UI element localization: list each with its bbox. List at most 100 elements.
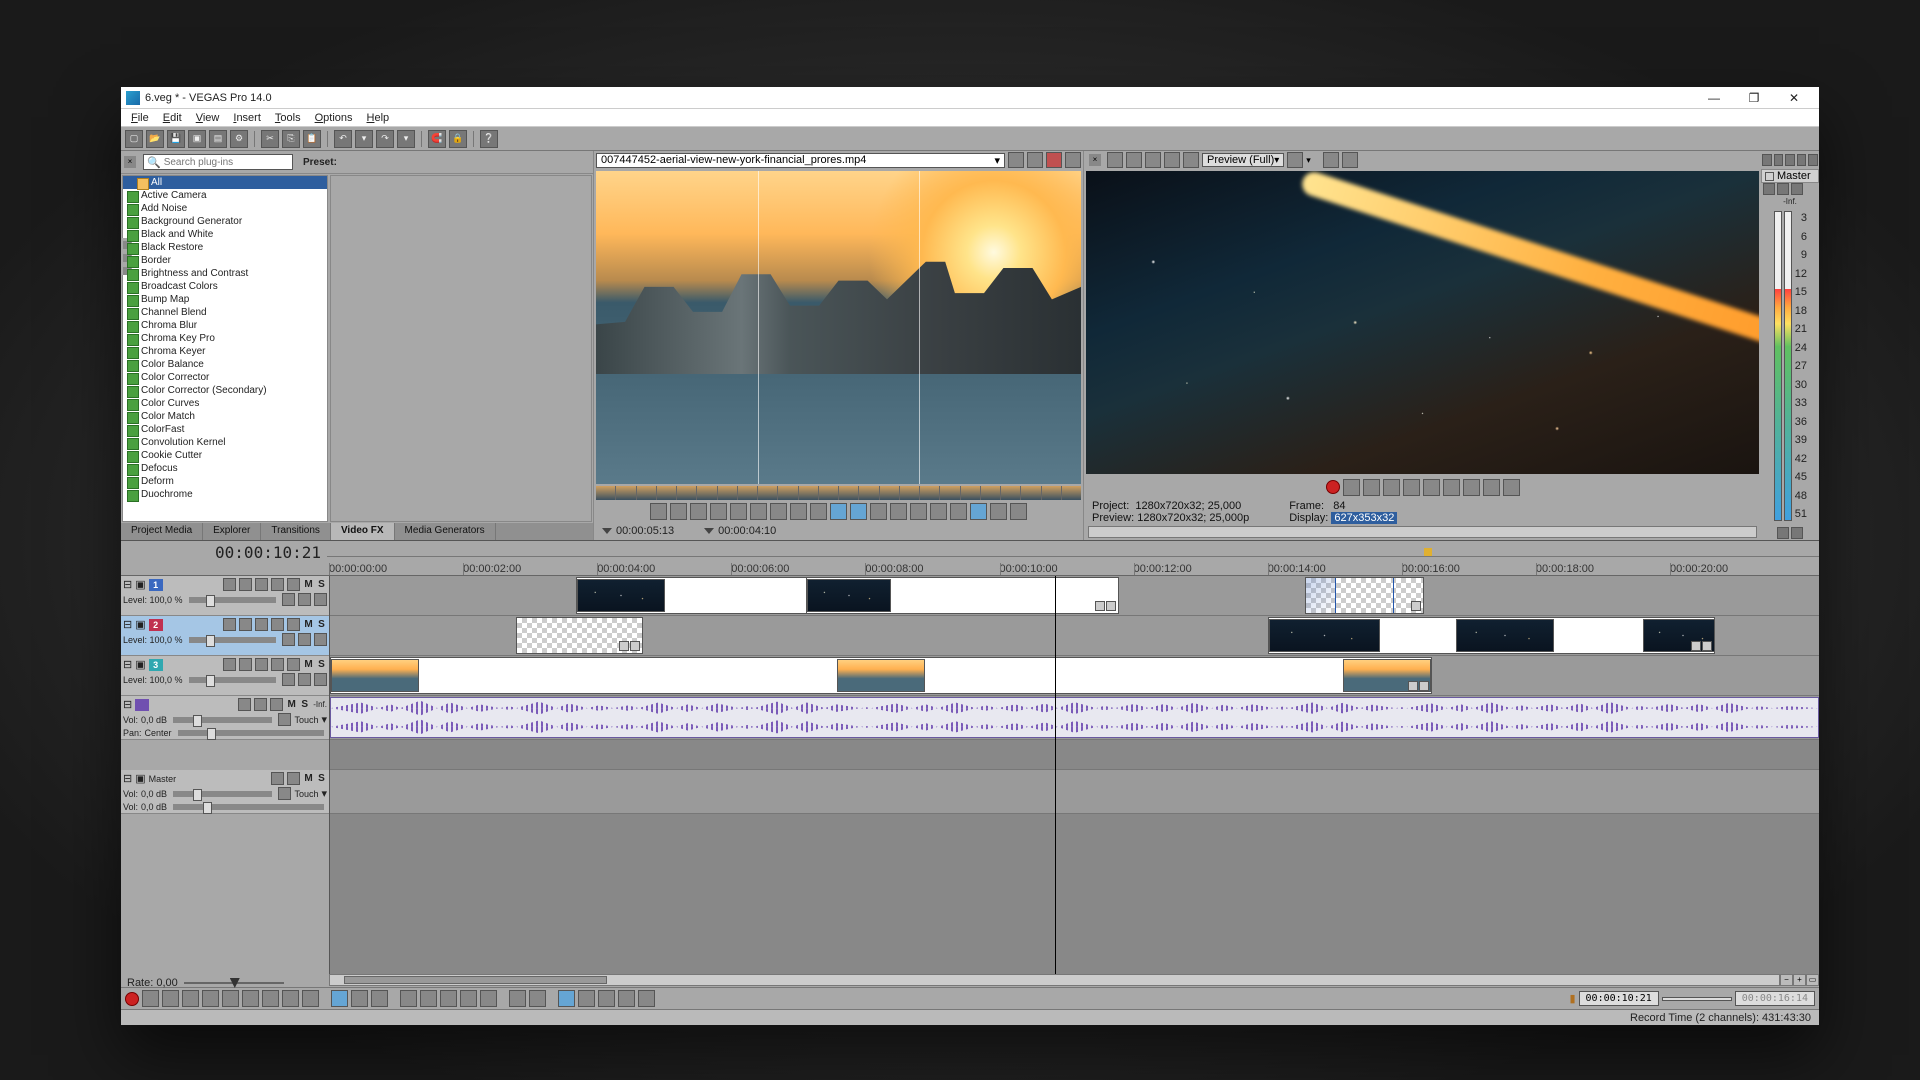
track-header-video-1[interactable]: ⊟▣1MS Level: 100,0 % — [121, 576, 329, 616]
tool-icon[interactable] — [950, 503, 967, 520]
stop-icon[interactable] — [1423, 479, 1440, 496]
plugin-item[interactable]: Color Corrector — [123, 371, 327, 384]
audio-clip[interactable] — [330, 697, 1819, 738]
next-frame-icon[interactable] — [810, 503, 827, 520]
go-start-icon[interactable] — [750, 503, 767, 520]
tool-icon[interactable] — [990, 503, 1007, 520]
preview-fx-icon[interactable] — [1126, 152, 1142, 168]
play-start-icon[interactable] — [1363, 479, 1380, 496]
plugin-item[interactable]: ColorFast — [123, 423, 327, 436]
select-tool-icon[interactable] — [351, 990, 368, 1007]
go-start-icon[interactable] — [1443, 479, 1460, 496]
prev-frame-icon[interactable] — [790, 503, 807, 520]
preview-tool-icon[interactable] — [1183, 152, 1199, 168]
redo-icon[interactable]: ↷ — [376, 130, 394, 148]
panel-close-icon[interactable]: × — [124, 156, 136, 168]
paste-icon[interactable]: 📋 — [303, 130, 321, 148]
tab-video-fx[interactable]: Video FX — [331, 523, 395, 540]
clip[interactable] — [1268, 617, 1715, 654]
plugin-item[interactable]: Chroma Blur — [123, 319, 327, 332]
plugin-tree[interactable]: All Active Camera Add Noise Background G… — [122, 175, 328, 522]
selection-end-tc[interactable]: 00:00:16:14 — [1735, 991, 1815, 1006]
speaker-icon[interactable] — [1808, 154, 1818, 166]
tab-explorer[interactable]: Explorer — [203, 523, 261, 540]
trimmer-file-dropdown[interactable]: 007447452-aerial-view-new-york-financial… — [596, 153, 1005, 168]
zoom-tool-icon[interactable] — [371, 990, 388, 1007]
plugin-search[interactable]: 🔍 — [143, 154, 293, 170]
open-icon[interactable]: 📂 — [146, 130, 164, 148]
plugin-item[interactable]: Black and White — [123, 228, 327, 241]
gear-icon[interactable] — [1774, 154, 1784, 166]
play-icon[interactable] — [1383, 479, 1400, 496]
preview-quality-dropdown[interactable]: Preview (Full) ▾ — [1202, 153, 1284, 167]
preview-settings-icon[interactable] — [1107, 152, 1123, 168]
go-end-icon[interactable] — [262, 990, 279, 1007]
undo-icon[interactable]: ↶ — [334, 130, 352, 148]
close-icon[interactable] — [1762, 154, 1772, 166]
menu-edit[interactable]: Edit — [157, 111, 188, 125]
preview-split-icon[interactable] — [1145, 152, 1161, 168]
cursor-position-tc[interactable]: 00:00:10:21 — [1579, 991, 1659, 1006]
menu-help[interactable]: Help — [361, 111, 396, 125]
timeline-horizontal-scroll[interactable] — [329, 974, 1780, 986]
prev-icon[interactable] — [1785, 154, 1795, 166]
trimmer-remove-icon[interactable] — [1046, 152, 1062, 168]
plugin-item[interactable]: Active Camera — [123, 189, 327, 202]
plugin-item[interactable]: Defocus — [123, 462, 327, 475]
preview-video-view[interactable] — [1086, 171, 1759, 474]
split-icon[interactable] — [460, 990, 477, 1007]
track-header-master-bus[interactable]: ⊟▣MasterMS Vol:0,0 dBTouch▾ Vol:0,0 dB — [121, 770, 329, 814]
loop-icon[interactable] — [142, 990, 159, 1007]
plugin-item[interactable]: Broadcast Colors — [123, 280, 327, 293]
plugin-item[interactable]: Chroma Key Pro — [123, 332, 327, 345]
add-media-icon[interactable] — [850, 503, 867, 520]
plugin-item[interactable]: Border — [123, 254, 327, 267]
tab-transitions[interactable]: Transitions — [261, 523, 331, 540]
marker-icon[interactable] — [509, 990, 526, 1007]
play-icon[interactable] — [670, 503, 687, 520]
snap-icon[interactable] — [558, 990, 575, 1007]
time-ruler[interactable]: 00:00:00:00 00:00:02:00 00:00:04:00 00:0… — [329, 563, 1819, 575]
dim-icon[interactable] — [1791, 527, 1803, 539]
zoom-in-icon[interactable]: + — [1793, 974, 1806, 986]
marker-icon[interactable] — [910, 503, 927, 520]
preview-overlay-icon[interactable] — [1287, 152, 1303, 168]
close-button[interactable]: ✕ — [1774, 91, 1814, 105]
solo-icon[interactable] — [1791, 183, 1803, 195]
preview-save-icon[interactable] — [1342, 152, 1358, 168]
track-lanes[interactable] — [329, 576, 1819, 974]
pause-icon[interactable] — [710, 503, 727, 520]
menu-insert[interactable]: Insert — [227, 111, 267, 125]
help-icon[interactable]: ❔ — [480, 130, 498, 148]
tool-icon[interactable] — [638, 990, 655, 1007]
menu-view[interactable]: View — [190, 111, 226, 125]
auto-crossfade-icon[interactable] — [598, 990, 615, 1007]
timeline-timecode[interactable]: 00:00:10:21 — [121, 543, 327, 562]
preview-scroll[interactable] — [1088, 526, 1757, 538]
plugin-item[interactable]: Bump Map — [123, 293, 327, 306]
go-start-icon[interactable] — [242, 990, 259, 1007]
lock-icon[interactable]: 🔒 — [449, 130, 467, 148]
tab-project-media[interactable]: Project Media — [121, 523, 203, 540]
preview-tool-icon[interactable] — [1164, 152, 1180, 168]
undo-drop-icon[interactable]: ▾ — [355, 130, 373, 148]
panel-close-icon[interactable]: × — [1089, 154, 1101, 166]
clip[interactable] — [516, 617, 643, 654]
prev-frame-icon[interactable] — [1483, 479, 1500, 496]
pause-icon[interactable] — [202, 990, 219, 1007]
properties-icon[interactable]: ▤ — [209, 130, 227, 148]
trim-start-icon[interactable] — [420, 990, 437, 1007]
maximize-button[interactable]: ❐ — [1734, 91, 1774, 105]
auto-ripple-icon[interactable] — [578, 990, 595, 1007]
copy-icon[interactable]: ⎘ — [282, 130, 300, 148]
zoom-tool-icon[interactable]: ▭ — [1806, 974, 1819, 986]
region-icon[interactable] — [930, 503, 947, 520]
stop-icon[interactable] — [730, 503, 747, 520]
plugin-item[interactable]: Add Noise — [123, 202, 327, 215]
plugin-item[interactable]: Color Corrector (Secondary) — [123, 384, 327, 397]
clip[interactable] — [1305, 577, 1424, 614]
plugin-item[interactable]: Color Balance — [123, 358, 327, 371]
plugin-item[interactable]: Background Generator — [123, 215, 327, 228]
tab-media-generators[interactable]: Media Generators — [395, 523, 496, 540]
plugin-item[interactable]: Convolution Kernel — [123, 436, 327, 449]
